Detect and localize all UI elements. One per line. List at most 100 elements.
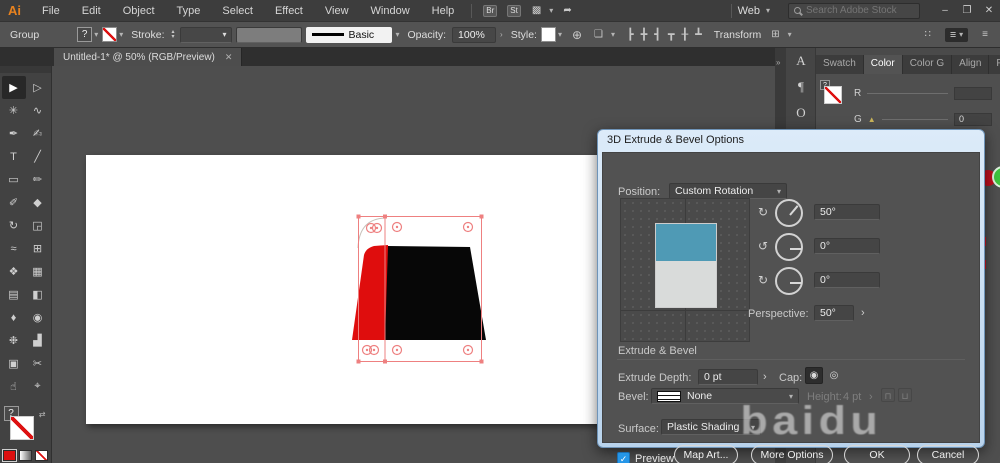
position-dropdown[interactable]: Custom Rotation ▾ [669,183,787,199]
tab-color[interactable]: Color [863,55,903,74]
align-v-center-icon[interactable]: ╂ [682,28,689,41]
slice-tool[interactable]: ✂ [26,352,50,375]
rotation-track-cube[interactable] [620,198,750,342]
minimize-button[interactable]: – [934,5,956,16]
stock-icon[interactable]: St [507,4,521,17]
paragraph-panel-icon[interactable]: ¶ [786,74,816,100]
rotate-y-field[interactable]: 0° [814,238,880,254]
chevron-down-icon[interactable]: ▾ [396,30,400,39]
width-tool[interactable]: ≈ [2,237,26,260]
search-input[interactable] [806,5,906,16]
map-art-button[interactable]: Map Art... [674,445,738,463]
mesh-tool[interactable]: ▤ [2,283,26,306]
chevron-down-icon[interactable]: ▾ [558,30,562,39]
bevel-dropdown[interactable]: None ▾ [651,388,799,404]
fill-swatch[interactable]: ? [77,27,93,42]
chevron-down-icon[interactable]: ▾ [549,6,553,15]
menu-select[interactable]: Select [211,5,264,17]
g-slider[interactable] [881,118,948,120]
scale-tool[interactable]: ◲ [26,214,50,237]
menu-effect[interactable]: Effect [264,5,314,17]
panel-drag-bar[interactable] [0,66,51,73]
perspective-grid-tool[interactable]: ▦ [26,260,50,283]
perspective-field[interactable]: 50° [814,305,854,321]
align-h-center-icon[interactable]: ╋ [641,28,648,41]
align-top-icon[interactable]: ┳ [668,28,675,41]
free-transform-icon[interactable]: ⊞ [771,29,779,40]
direct-selection-tool[interactable]: ▷ [26,76,50,99]
gradient-button[interactable] [19,450,32,461]
pen-tool[interactable]: ✒ [2,122,26,145]
menu-edit[interactable]: Edit [71,5,112,17]
rotate-z-field[interactable]: 0° [814,272,880,288]
free-transform-tool[interactable]: ⊞ [26,237,50,260]
document-setup-icon[interactable]: ❏ [594,29,603,40]
cap-on-button[interactable]: ◉ [805,367,823,384]
rotate-x-field[interactable]: 50° [814,204,880,220]
document-tab[interactable]: Untitled-1* @ 50% (RGB/Preview) ✕ [54,48,243,66]
rotate-y-dial[interactable] [775,233,803,261]
arrange-documents-icon[interactable]: ▩ [532,5,541,16]
menu-window[interactable]: Window [360,5,421,17]
g-value-field[interactable]: 0 [954,112,992,126]
extrude-depth-slider-button[interactable]: › [763,371,767,383]
eyedropper-tool[interactable]: ♦ [2,306,26,329]
recolor-artwork-icon[interactable]: ⊕ [572,28,582,42]
chevron-down-icon[interactable]: ▾ [788,30,792,39]
hand-tool[interactable]: ☝ [2,375,26,398]
paintbrush-tool[interactable]: ✏ [26,168,50,191]
r-value-field[interactable] [954,86,992,100]
cap-off-button[interactable]: ◎ [825,367,843,384]
rotate-z-dial[interactable] [775,267,803,295]
extrude-side-face[interactable] [352,245,388,340]
stroke-weight-dropdown[interactable]: ▾ [179,26,232,43]
menu-type[interactable]: Type [166,5,212,17]
opentype-panel-icon[interactable]: O [786,100,816,126]
zoom-tool[interactable]: ⌖ [26,375,50,398]
panel-fill-stroke-widget[interactable]: ? [820,80,848,110]
close-button[interactable]: ✕ [978,5,1000,16]
tab-swatches[interactable]: Swatch [816,55,864,74]
menu-view[interactable]: View [314,5,360,17]
menu-help[interactable]: Help [421,5,466,17]
preview-checkbox[interactable]: ✓ [617,452,630,463]
collapse-panels-icon[interactable]: » [776,58,780,67]
shaper-tool[interactable]: ◆ [26,191,50,214]
color-button[interactable] [2,449,17,462]
blend-tool[interactable]: ◉ [26,306,50,329]
menu-object[interactable]: Object [112,5,166,17]
surface-dropdown[interactable]: Plastic Shading ▾ [661,419,761,435]
tab-pathfinder[interactable]: Pathfin [989,55,1000,74]
symbol-sprayer-tool[interactable]: ❉ [2,329,26,352]
stock-search[interactable] [788,2,920,19]
pencil-tool[interactable]: ✐ [2,191,26,214]
variable-width-profile-dropdown[interactable] [235,26,302,43]
cancel-button[interactable]: Cancel [917,445,979,463]
chevron-down-icon[interactable]: ▾ [611,30,615,39]
tab-align[interactable]: Align [952,55,990,74]
more-options-button[interactable]: More Options [751,445,833,463]
share-icon[interactable]: ➦ [563,5,571,16]
character-panel-icon[interactable]: A [786,48,816,74]
column-graph-tool[interactable]: ▟ [26,329,50,352]
fill-stroke-widget[interactable]: ? ⇄ [3,406,48,446]
chevron-down-icon[interactable]: ▾ [119,30,123,39]
align-right-icon[interactable]: ┫ [654,28,661,41]
transform-label[interactable]: Transform [714,29,761,41]
out-of-gamut-icon[interactable]: ▲ [868,115,876,124]
graphic-style-swatch[interactable] [540,27,556,42]
bridge-icon[interactable]: Br [483,4,498,17]
rectangle-tool[interactable]: ▭ [2,168,26,191]
rotate-x-dial[interactable] [775,199,803,227]
line-segment-tool[interactable]: ╱ [26,145,50,168]
fill-indicator[interactable] [824,86,842,104]
dialog-title[interactable]: 3D Extrude & Bevel Options [598,130,984,149]
menu-file[interactable]: File [31,5,71,17]
workspace-switcher[interactable]: Web ▾ [738,5,774,17]
cube-preview[interactable] [655,223,717,308]
perspective-slider-button[interactable]: › [861,307,865,319]
type-tool[interactable]: T [2,145,26,168]
magic-wand-tool[interactable]: ✳ [2,99,26,122]
align-bottom-icon[interactable]: ┻ [695,28,702,41]
ok-button[interactable]: OK [844,445,910,463]
